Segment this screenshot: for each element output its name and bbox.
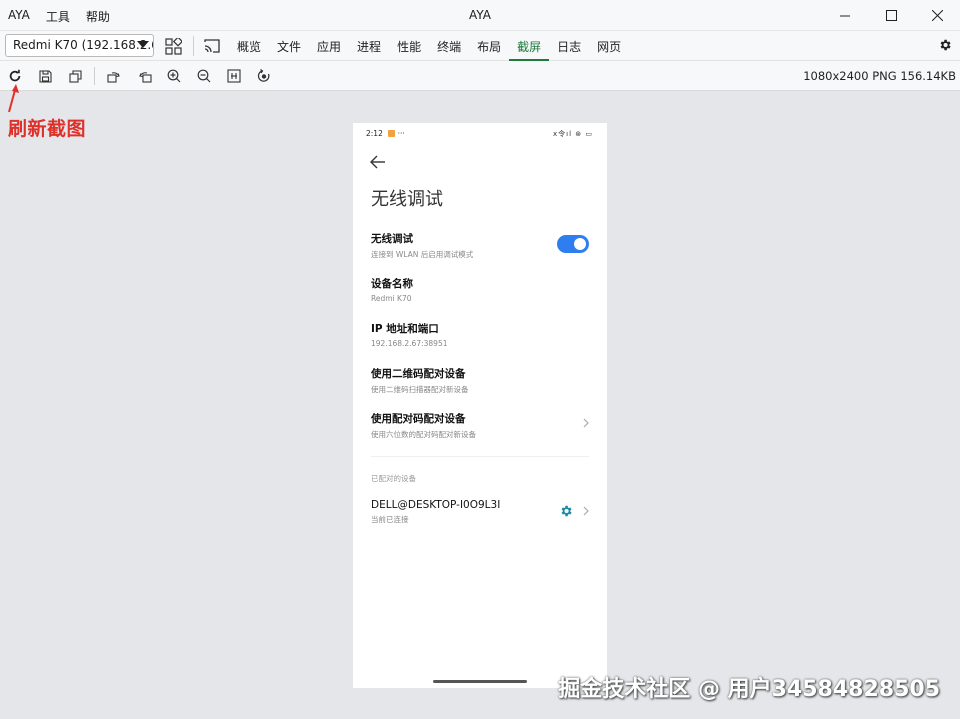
- tab-layout[interactable]: 布局: [469, 31, 509, 61]
- tab-webview[interactable]: 网页: [589, 31, 629, 61]
- settings-button[interactable]: [938, 38, 952, 55]
- save-icon: [38, 69, 52, 83]
- tab-performance[interactable]: 性能: [389, 31, 429, 61]
- menu-aya[interactable]: AYA: [8, 8, 30, 25]
- toolbar-divider: [193, 36, 194, 56]
- setting-subtitle: 连接到 WLAN 后启用调试模式: [371, 250, 474, 259]
- menu-help[interactable]: 帮助: [86, 8, 110, 25]
- maximize-button[interactable]: [868, 0, 914, 31]
- window-title: AYA: [469, 8, 491, 22]
- paired-device-item[interactable]: DELL@DESKTOP-I0O9L3I 当前已连接: [371, 499, 591, 525]
- section-divider: [371, 456, 589, 457]
- rotate-right-icon: [139, 72, 152, 83]
- status-dots: ···: [397, 129, 405, 138]
- setting-subtitle: 使用二维码扫描器配对新设备: [371, 385, 469, 394]
- setting-pair-code[interactable]: 使用配对码配对设备 使用六位数的配对码配对新设备: [371, 411, 591, 440]
- title-bar: AYA 工具 帮助 AYA: [0, 0, 960, 31]
- tab-screenshot[interactable]: 截屏: [509, 31, 550, 61]
- device-select[interactable]: Redmi K70 (192.168.2.67:38951): [5, 34, 154, 57]
- setting-title: 使用二维码配对设备: [371, 368, 466, 380]
- refresh-icon: [9, 69, 21, 82]
- annotation-arrow-icon: [8, 84, 19, 113]
- chevron-down-icon: [137, 41, 149, 48]
- setting-title: 使用配对码配对设备: [371, 413, 466, 425]
- tab-logs[interactable]: 日志: [549, 31, 589, 61]
- maximize-icon: [885, 10, 897, 21]
- annotation-label: 刷新截图: [8, 118, 87, 140]
- reset-button[interactable]: [254, 66, 274, 86]
- back-arrow-icon[interactable]: [370, 155, 386, 169]
- status-right-icons: ⅹ令ıl ⊛ ▭: [553, 130, 593, 138]
- setting-pair-qr[interactable]: 使用二维码配对设备 使用二维码扫描器配对新设备: [371, 366, 591, 395]
- image-info: 1080x2400 PNG 156.14KB: [803, 69, 956, 83]
- zoom-in-button[interactable]: [164, 66, 184, 86]
- copy-icon: [68, 69, 82, 83]
- tab-terminal[interactable]: 终端: [429, 31, 469, 61]
- zoom-out-icon: [197, 69, 211, 83]
- setting-ip-port[interactable]: IP 地址和端口 192.168.2.67:38951: [371, 321, 591, 348]
- status-time: 2:12 ···: [366, 129, 405, 138]
- toolbar-divider: [94, 67, 95, 85]
- cast-icon: [204, 39, 220, 53]
- device-screenshot[interactable]: 2:12 ··· ⅹ令ıl ⊛ ▭ 无线调试 无线调试 连接到 WLAN 后启用…: [353, 123, 607, 688]
- chevron-right-icon: [583, 506, 589, 516]
- setting-title: 设备名称: [371, 278, 413, 290]
- tab-files[interactable]: 文件: [269, 31, 309, 61]
- rotate-right-button[interactable]: [135, 66, 155, 86]
- zoom-in-icon: [167, 69, 181, 83]
- cast-button[interactable]: [202, 36, 222, 56]
- menu-tools[interactable]: 工具: [46, 8, 70, 25]
- apps-grid-icon: [164, 37, 182, 55]
- chevron-right-icon: [583, 418, 589, 428]
- fit-icon: [227, 69, 241, 83]
- device-select-value: Redmi K70 (192.168.2.67:38951): [13, 38, 153, 52]
- apps-grid-button[interactable]: [163, 36, 183, 56]
- screenshot-toolbar: 1080x2400 PNG 156.14KB: [0, 61, 960, 91]
- wireless-debug-toggle[interactable]: [557, 235, 589, 253]
- zoom-out-button[interactable]: [194, 66, 214, 86]
- status-time-text: 2:12: [366, 129, 383, 138]
- watermark: 掘金技术社区 @ 用户34584828505: [558, 677, 940, 702]
- tab-processes[interactable]: 进程: [349, 31, 389, 61]
- paired-device-name: DELL@DESKTOP-I0O9L3I: [371, 499, 501, 511]
- copy-button[interactable]: [65, 66, 85, 86]
- toggle-knob: [574, 238, 586, 250]
- menu-bar: AYA 工具 帮助: [8, 8, 110, 25]
- setting-subtitle: 使用六位数的配对码配对新设备: [371, 430, 476, 439]
- reset-icon: [257, 69, 270, 82]
- paired-device-status: 当前已连接: [371, 515, 409, 524]
- main-toolbar: Redmi K70 (192.168.2.67:38951) 概览 文件 应用 …: [0, 31, 960, 61]
- setting-title: IP 地址和端口: [371, 323, 439, 335]
- close-button[interactable]: [914, 0, 960, 31]
- setting-subtitle: Redmi K70: [371, 294, 412, 303]
- setting-subtitle: 192.168.2.67:38951: [371, 339, 448, 348]
- tab-apps[interactable]: 应用: [309, 31, 349, 61]
- minimize-icon: [840, 15, 850, 16]
- minimize-button[interactable]: [822, 0, 868, 31]
- save-button[interactable]: [35, 66, 55, 86]
- tab-bar: 概览 文件 应用 进程 性能 终端 布局 截屏 日志 网页: [229, 31, 629, 61]
- gear-icon[interactable]: [559, 504, 573, 518]
- fit-button[interactable]: [224, 66, 244, 86]
- setting-device-name[interactable]: 设备名称 Redmi K70: [371, 276, 591, 303]
- rotate-left-button[interactable]: [104, 66, 124, 86]
- close-icon: [931, 10, 943, 21]
- page-title: 无线调试: [371, 189, 443, 210]
- rotate-left-icon: [107, 72, 120, 83]
- notification-icon: [388, 130, 396, 137]
- gear-icon: [940, 39, 951, 51]
- tab-overview[interactable]: 概览: [229, 31, 269, 61]
- gesture-nav-bar: [433, 680, 527, 683]
- paired-devices-label: 已配对的设备: [371, 474, 416, 483]
